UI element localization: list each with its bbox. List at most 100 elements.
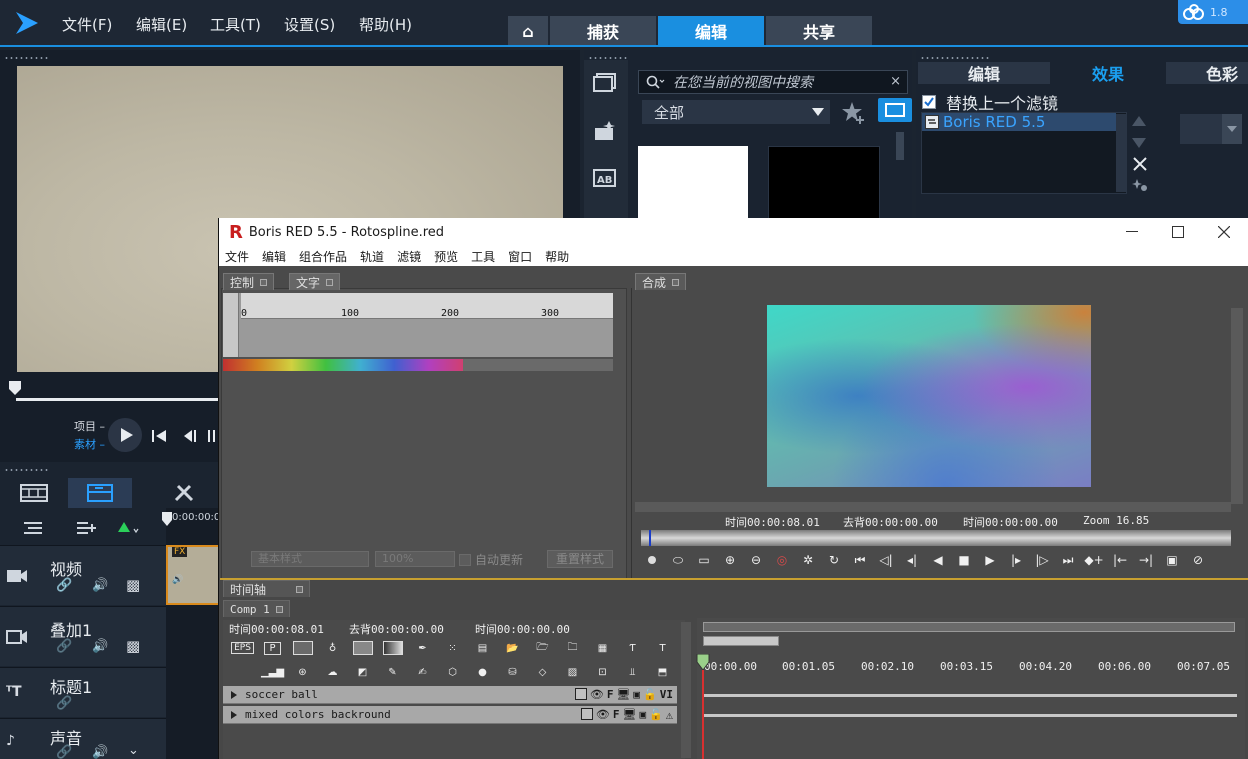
thumbnail-black[interactable]: [768, 146, 880, 220]
mask-icon[interactable]: ▣: [639, 708, 646, 722]
menu-help[interactable]: 帮助(H): [359, 14, 412, 35]
disable-button[interactable]: ⊘: [1185, 550, 1211, 570]
open-folder-tool[interactable]: 🗁: [529, 638, 556, 658]
tab-close-icon[interactable]: [260, 278, 268, 286]
checkbox-unchecked-icon[interactable]: [459, 553, 471, 566]
next-keyframe-button[interactable]: |▷: [1029, 550, 1055, 570]
layer-enable-icon[interactable]: [574, 688, 587, 700]
step-back-icon[interactable]: [180, 428, 198, 444]
tab-fx-effects[interactable]: 效果: [1052, 62, 1164, 84]
link-icon[interactable]: 🔗: [56, 696, 72, 711]
filter-flag-icon[interactable]: F: [613, 708, 620, 722]
library-search[interactable]: 在您当前的视图中搜索 ×: [638, 70, 908, 94]
customize-filter-icon[interactable]: [1132, 178, 1148, 192]
menu-tools[interactable]: 工具(T): [210, 14, 261, 35]
video-flag-icon[interactable]: VI: [660, 688, 673, 701]
gradient-tool[interactable]: [379, 638, 406, 658]
text-tool[interactable]: T: [649, 638, 676, 658]
zoom-in-button[interactable]: ⊕: [717, 550, 743, 570]
tab-control[interactable]: 控制: [223, 273, 275, 290]
layer-list-scrollbar[interactable]: [681, 622, 691, 758]
work-area-bar[interactable]: [703, 636, 779, 646]
monitor-icon[interactable]: 🖥: [622, 708, 636, 722]
step-forward-icon[interactable]: [206, 428, 218, 444]
step-forward-button[interactable]: |▸: [1003, 550, 1029, 570]
view-toggle-button[interactable]: [878, 98, 912, 122]
filter-item-boris-red[interactable]: Boris RED 5.5: [922, 113, 1116, 131]
eye-icon[interactable]: 👁: [596, 708, 610, 722]
brush-tool[interactable]: ✎: [379, 662, 406, 682]
preview-scrub-bar[interactable]: [16, 398, 226, 401]
expand-layer-icon[interactable]: [231, 690, 237, 699]
red-menu-file[interactable]: 文件: [225, 248, 249, 265]
menu-file[interactable]: 文件(F): [62, 14, 112, 35]
checkbox-checked-icon[interactable]: [922, 95, 936, 109]
mask-icon[interactable]: ▣: [633, 688, 640, 701]
link-icon[interactable]: 🔗: [56, 639, 72, 654]
add-track-icon[interactable]: [76, 520, 96, 536]
library-filter-select[interactable]: 全部: [642, 100, 830, 124]
sphere-tool[interactable]: ●: [469, 662, 496, 682]
set-out-button[interactable]: →|: [1133, 550, 1159, 570]
diamond-tool[interactable]: ◇: [529, 662, 556, 682]
marker-icon[interactable]: [116, 520, 140, 536]
tab-close-icon[interactable]: [296, 585, 304, 593]
rgb-channel-button[interactable]: ◎: [769, 550, 795, 570]
panel-grip[interactable]: [920, 56, 990, 60]
list-tool[interactable]: ▦: [589, 638, 616, 658]
link-icon[interactable]: 🔗: [56, 745, 72, 759]
tab-edit[interactable]: 编辑: [658, 16, 764, 46]
ruler-playhead-icon[interactable]: [162, 512, 172, 526]
sticky-tool[interactable]: ⬒: [649, 662, 676, 682]
red-menu-edit[interactable]: 编辑: [262, 248, 286, 265]
monitor-icon[interactable]: 🖥: [616, 688, 630, 701]
track-video[interactable]: 视频 🔗 🔊 ▩: [0, 545, 166, 605]
move-down-icon[interactable]: [1132, 138, 1146, 148]
mask-button[interactable]: ⬭: [665, 550, 691, 570]
set-in-button[interactable]: |←: [1107, 550, 1133, 570]
lock-icon[interactable]: 🔓: [643, 688, 657, 701]
p-tool[interactable]: P: [259, 638, 286, 658]
film-tool[interactable]: [289, 638, 316, 658]
film-strip-tool[interactable]: ▤: [469, 638, 496, 658]
folder-tool[interactable]: 📂: [499, 638, 526, 658]
red-menu-filter[interactable]: 滤镜: [397, 248, 421, 265]
go-start-button[interactable]: ⏮: [847, 550, 873, 570]
menu-edit[interactable]: 编辑(E): [136, 14, 187, 35]
reset-style-button[interactable]: 重置样式: [547, 550, 613, 568]
storyboard-view-button[interactable]: [2, 478, 66, 508]
video-clip[interactable]: FX 🔊: [166, 545, 220, 605]
record-tool[interactable]: ⊡: [589, 662, 616, 682]
layer-keyframe-track[interactable]: [703, 694, 1237, 697]
filter-flag-icon[interactable]: F: [607, 688, 614, 701]
scrubber-playhead[interactable]: [649, 530, 651, 546]
tab-close-icon[interactable]: [275, 605, 283, 613]
chevron-down-icon[interactable]: ⌄: [128, 743, 139, 758]
graph-tool[interactable]: ⫫: [619, 662, 646, 682]
warning-icon[interactable]: ⚠: [666, 708, 673, 722]
tab-share[interactable]: 共享: [766, 16, 872, 46]
add-keyframe-button[interactable]: ◆+: [1081, 550, 1107, 570]
tools-button[interactable]: [152, 478, 216, 508]
link-icon[interactable]: 🔗: [56, 578, 72, 593]
tab-fx-color[interactable]: 色彩: [1166, 62, 1248, 84]
hue-scroll-track[interactable]: [463, 359, 613, 371]
replace-filter-option[interactable]: 替换上一个滤镜: [922, 90, 1058, 114]
track-title[interactable]: ᵀT 标题1 🔗: [0, 667, 166, 717]
pen-tool[interactable]: ✒: [409, 638, 436, 658]
go-end-button[interactable]: ⏭: [1055, 550, 1081, 570]
expand-layer-icon[interactable]: [231, 710, 237, 719]
red-menu-composition[interactable]: 组合作品: [299, 248, 347, 265]
cloud-tool[interactable]: ☁: [319, 662, 346, 682]
style-field[interactable]: 基本样式: [251, 551, 369, 567]
menu-settings[interactable]: 设置(S): [284, 14, 335, 35]
vertical-ruler[interactable]: [223, 293, 239, 357]
library-scrollbar[interactable]: [896, 132, 904, 160]
title-icon[interactable]: AB: [593, 168, 617, 188]
track-audio[interactable]: ♪ 声音 🔗 🔊 ⌄: [0, 718, 166, 759]
layer-enable-icon[interactable]: [580, 708, 593, 720]
tab-close-icon[interactable]: [326, 278, 334, 286]
red-titlebar[interactable]: R Boris RED 5.5 - Rotospline.red: [219, 218, 1248, 246]
timeline-ruler[interactable]: 0:00:00:0: [162, 508, 220, 546]
dots-tool[interactable]: ⁙: [439, 638, 466, 658]
